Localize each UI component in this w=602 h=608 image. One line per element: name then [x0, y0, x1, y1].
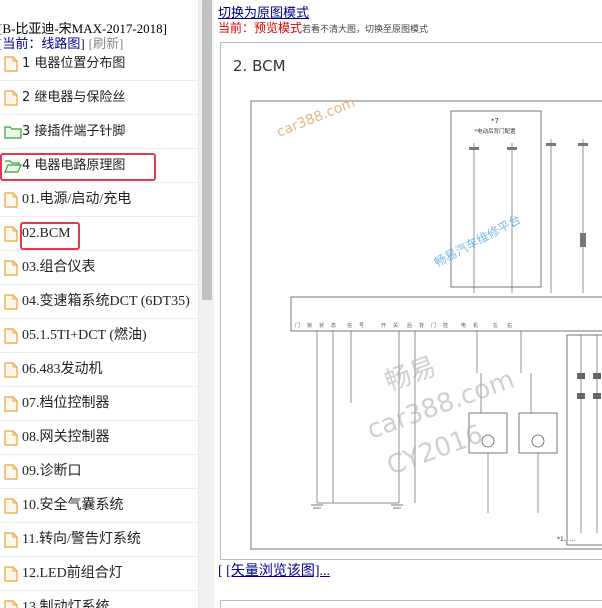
mode-line: 当前：预览模式若看不清大图，切换至原图模式	[218, 19, 428, 36]
mode-hint: 若看不清大图，切换至原图模式	[302, 25, 429, 35]
svg-text:信: 信	[347, 322, 352, 329]
tree-item-label: 08.网关控制器	[22, 430, 110, 445]
vector-link-bracket: [	[218, 564, 227, 579]
tree-scrollbar[interactable]	[198, 0, 214, 608]
tree-item[interactable]: 01.电源/启动/充电	[0, 183, 198, 217]
right-module-wires	[580, 335, 598, 533]
tree-item-label: 11.转向/警告灯系统	[22, 532, 141, 547]
tree-item[interactable]: 07.档位控制器	[0, 387, 198, 421]
watermark-chinese: 畅易	[381, 352, 440, 398]
mode-label: 当前：预览模式	[218, 21, 303, 35]
tree-item[interactable]: 03.组合仪表	[0, 251, 198, 285]
file-icon	[4, 328, 18, 344]
tree-item-label: 06.483发动机	[22, 362, 103, 377]
tree-item-label: 03.组合仪表	[22, 260, 96, 275]
highlight-box-circuit	[0, 153, 156, 181]
tree-item[interactable]: 04.变速箱系统DCT (6DT35)	[0, 285, 198, 319]
svg-text:关: 关	[393, 322, 398, 329]
ground-symbols	[311, 504, 403, 509]
file-icon	[4, 362, 18, 378]
tree-item-label: 3 接插件端子针脚	[22, 124, 126, 139]
watermark-site-small: car388.com	[275, 95, 358, 141]
tree-item[interactable]: 1 电器位置分布图	[0, 47, 198, 81]
watermark-platform: 畅易汽车维修平台	[431, 211, 523, 269]
vector-link-text[interactable]: [矢量浏览该图]...	[226, 564, 330, 579]
tree-panel: [B-比亚迪-宋MAX-2017-2018] [当前：线路图] [刷新] 1 电器…	[0, 0, 198, 608]
svg-text:开: 开	[381, 323, 386, 329]
relay-box-sub: *电动后背门配置	[474, 127, 516, 135]
tree-item-label: 13.制动灯系统	[22, 600, 110, 608]
file-icon	[4, 192, 18, 208]
svg-text:后: 后	[407, 322, 412, 329]
tree-item[interactable]: 05.1.5TI+DCT (燃油)	[0, 319, 198, 353]
tree-item[interactable]: 2 继电器与保险丝	[0, 81, 198, 115]
svg-text:状: 状	[319, 322, 324, 329]
file-icon	[4, 294, 18, 310]
svg-text:门: 门	[431, 322, 436, 329]
tree-item[interactable]: 12.LED前组合灯	[0, 557, 198, 591]
diagram-border	[250, 100, 602, 550]
file-icon	[4, 260, 18, 276]
tree-item-label: 1 电器位置分布图	[22, 56, 126, 71]
svg-text:左: 左	[493, 322, 498, 329]
scrollbar-thumb[interactable]	[202, 0, 212, 300]
file-icon	[4, 498, 18, 514]
svg-text:号: 号	[359, 323, 364, 329]
file-icon	[4, 430, 18, 446]
tree-item-label: 2 继电器与保险丝	[22, 90, 126, 105]
tree-item-label: 09.诊断口	[22, 464, 82, 479]
svg-text:锁: 锁	[307, 322, 312, 329]
tree-item[interactable]: 10.安全气囊系统	[0, 489, 198, 523]
file-icon	[4, 56, 18, 72]
tree-item[interactable]: 08.网关控制器	[0, 421, 198, 455]
tree-item-label: 12.LED前组合灯	[22, 566, 123, 581]
relay-box	[450, 110, 542, 288]
tree-item-label: 04.变速箱系统DCT (6DT35)	[22, 294, 190, 309]
svg-text:电: 电	[461, 322, 466, 329]
tree-item[interactable]: 3 接插件端子针脚	[0, 115, 198, 149]
svg-text:控: 控	[443, 322, 448, 329]
svg-text:机: 机	[473, 322, 478, 329]
content-panel: 切换为原图模式 当前：预览模式若看不清大图，切换至原图模式 2. BCM *7 …	[214, 0, 602, 608]
file-icon	[4, 532, 18, 548]
tree-item[interactable]: 06.483发动机	[0, 353, 198, 387]
highlight-box-bcm	[20, 222, 80, 250]
tree-item-label: 10.安全气囊系统	[22, 498, 124, 513]
svg-text:门: 门	[295, 322, 300, 329]
svg-text:背: 背	[419, 322, 424, 329]
file-icon	[4, 566, 18, 582]
relay-wires	[473, 139, 584, 293]
relay-box-label: *7	[491, 117, 499, 125]
footnote-left: *1、...	[557, 536, 576, 543]
tree-item[interactable]: 11.转向/警告灯系统	[0, 523, 198, 557]
tree-item-label: 05.1.5TI+DCT (燃油)	[22, 328, 147, 343]
tree-list: 1 电器位置分布图 2 继电器与保险丝 3 接插件端子针脚 4 电器电路原理图 01.电…	[0, 47, 198, 608]
file-icon	[4, 396, 18, 412]
svg-text:右: 右	[507, 322, 512, 329]
tree-item[interactable]: 09.诊断口	[0, 455, 198, 489]
file-icon	[4, 90, 18, 106]
tree-item-label: 07.档位控制器	[22, 396, 110, 411]
fuse-symbols	[577, 373, 601, 399]
folder-icon	[4, 124, 22, 140]
file-icon	[4, 600, 18, 608]
file-icon	[4, 464, 18, 480]
file-icon	[4, 226, 18, 242]
tree-item-label: 01.电源/启动/充电	[22, 192, 132, 207]
wiring-diagram[interactable]: *7 *电动后背门配置 门锁状态 信号开关 后背门控 电 机 左 右 *1、..…	[221, 43, 602, 561]
vector-view-link[interactable]: [ [矢量浏览该图]...	[218, 560, 330, 580]
diagram-frame: 2. BCM *7 *电动后背门配置 门 锁 状 态 信 号 开 关 后 背 门…	[220, 42, 602, 560]
bcm-pin-labels: 门锁状态 信号开关 后背门控 电机左右	[295, 322, 512, 329]
next-diagram-frame	[220, 600, 602, 608]
svg-text:态: 态	[331, 322, 336, 329]
tree-item[interactable]: 13.制动灯系统	[0, 591, 198, 608]
